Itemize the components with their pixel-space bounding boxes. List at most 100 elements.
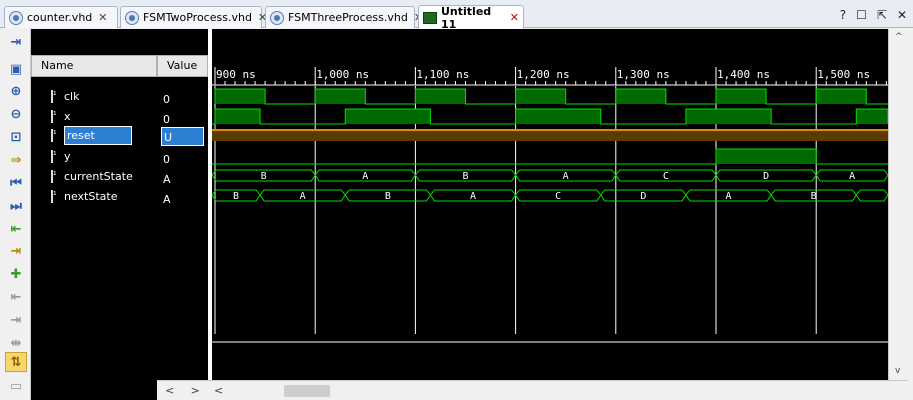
scroll-left-arrow[interactable]: < xyxy=(165,384,174,397)
zoom-out-icon[interactable]: ⊖ xyxy=(5,104,27,124)
add-marker-icon[interactable]: ✚ xyxy=(5,264,27,284)
close-window-icon[interactable]: ✕ xyxy=(897,8,907,22)
scroll-up-arrow[interactable]: ^ xyxy=(895,32,903,42)
signal-name: reset xyxy=(64,126,132,145)
nextstate-state-label: A xyxy=(726,191,732,202)
scroll-down-arrow[interactable]: v xyxy=(895,366,900,376)
tab-counter-vhd[interactable]: counter.vhd ✕ xyxy=(4,6,118,28)
ruler-time-label: 900 ns xyxy=(216,68,256,81)
name-column-header[interactable]: Name xyxy=(31,55,157,77)
signal-value-pane: Value 0 0 U 0 A A xyxy=(157,29,208,400)
close-icon[interactable]: ✕ xyxy=(98,11,107,24)
waveform-svg[interactable]: 900 ns 1,000 ns 1,100 ns 1,200 ns 1,300 ns 1,… xyxy=(212,29,888,380)
vertical-scrollbar[interactable]: ^ v xyxy=(888,29,909,380)
currentstate-state-label: D xyxy=(763,171,769,182)
zoom-in-icon[interactable]: ⊕ xyxy=(5,81,27,101)
goto-end-icon[interactable]: ⏭ xyxy=(5,196,27,216)
signal-row-x[interactable]: ¹ x xyxy=(31,107,157,127)
x-high-fill xyxy=(345,109,431,124)
horizontal-scrollbar[interactable]: < xyxy=(208,380,908,400)
signal-value: 0 xyxy=(163,113,170,126)
clk-high-fill xyxy=(716,89,767,104)
signal-name: nextState xyxy=(64,190,118,203)
scroll-thumb[interactable] xyxy=(284,385,330,397)
zoom-full-icon[interactable]: ⊡ xyxy=(5,127,27,147)
nextstate-state-label: C xyxy=(555,191,561,202)
tab-fsmthreeprocess-vhd[interactable]: FSMThreeProcess.vhd ✕ xyxy=(265,6,423,28)
signal-value: A xyxy=(163,193,171,206)
clk-high-fill xyxy=(415,89,466,104)
bus-signal-icon: ¹ xyxy=(51,170,61,183)
tab-label: FSMTwoProcess.vhd xyxy=(143,11,252,24)
nextstate-state-label: D xyxy=(640,191,646,202)
waveform-toolbar: ⇥ ▣ ⊕ ⊖ ⊡ ⇒ ⏮ ⏭ ⇤ ⇥ ✚ ⇤ ⇥ ⇹ ⇅ ▭ xyxy=(0,29,31,400)
signal-icon: ¹ xyxy=(51,129,61,142)
signal-name: y xyxy=(64,150,71,163)
prev-marker-icon[interactable]: ⇤ xyxy=(5,287,27,307)
signal-row-nextstate[interactable]: ¹ nextState xyxy=(31,187,157,207)
nextstate-state-label: B xyxy=(385,191,391,202)
tab-label: FSMThreeProcess.vhd xyxy=(288,11,408,24)
scroll-right-arrow[interactable]: > xyxy=(191,384,200,397)
reset-undefined-band xyxy=(212,130,888,141)
clk-high-fill xyxy=(315,89,366,104)
signal-name: x xyxy=(64,110,71,123)
scroll-left-arrow[interactable]: < xyxy=(214,384,223,397)
signal-value: 0 xyxy=(163,93,170,106)
snap-to-transition-icon[interactable]: ⇅ xyxy=(5,352,27,372)
name-pane-footer xyxy=(31,380,157,400)
ruler-time-label: 1,300 ns xyxy=(617,68,670,81)
nextstate-state-label: A xyxy=(300,191,306,202)
signal-name: clk xyxy=(64,90,80,103)
restore-icon[interactable]: ☐ xyxy=(856,8,867,22)
next-marker-icon[interactable]: ⇥ xyxy=(5,310,27,330)
ruler-time-label: 1,200 ns xyxy=(517,68,570,81)
close-icon[interactable]: ✕ xyxy=(510,11,519,24)
signal-row-currentstate[interactable]: ¹ currentState xyxy=(31,167,157,187)
nextstate-state-label: B xyxy=(233,191,239,202)
signal-icon: ¹ xyxy=(51,150,61,163)
swap-cursors-icon[interactable]: ⇹ xyxy=(5,333,27,353)
nextstate-state-label: A xyxy=(470,191,476,202)
clk-high-fill xyxy=(515,89,566,104)
goto-start-icon[interactable]: ⏮ xyxy=(5,173,27,193)
ruler-time-label: 1,500 ns xyxy=(817,68,870,81)
goto-cursor-icon[interactable]: ⇒ xyxy=(5,150,27,170)
save-icon[interactable]: ▣ xyxy=(5,59,27,79)
help-icon[interactable]: ? xyxy=(840,8,846,22)
zoom-fit-icon[interactable]: ⇥ xyxy=(5,32,27,52)
clk-high-fill xyxy=(816,89,867,104)
signal-value: 0 xyxy=(163,153,170,166)
value-column-header[interactable]: Value xyxy=(157,55,208,77)
currentstate-state-label: A xyxy=(563,171,569,182)
expand-icon[interactable]: ▭ xyxy=(5,376,27,396)
signal-value-selected: U xyxy=(161,127,204,146)
x-high-fill xyxy=(856,109,888,124)
signal-row-y[interactable]: ¹ y xyxy=(31,147,157,167)
value-pane-scrollbar[interactable]: < > xyxy=(157,380,208,400)
signal-name-pane: Name ¹ clk ¹ x ¹ reset ¹ y ¹ currentStat… xyxy=(31,29,157,400)
currentstate-state-label: A xyxy=(362,171,368,182)
currentstate-state-label: C xyxy=(663,171,669,182)
nextstate-segment xyxy=(855,189,888,202)
nextstate-state-label: B xyxy=(811,191,817,202)
prev-transition-icon[interactable]: ⇤ xyxy=(5,219,27,239)
x-high-fill xyxy=(685,109,772,124)
clk-high-fill xyxy=(615,89,666,104)
next-transition-icon[interactable]: ⇥ xyxy=(5,241,27,261)
window-controls: ? ☐ ⇱ ✕ xyxy=(840,8,907,22)
ruler-time-label: 1,000 ns xyxy=(316,68,369,81)
waveform-canvas[interactable]: 900 ns 1,000 ns 1,100 ns 1,200 ns 1,300 ns 1,… xyxy=(208,29,888,380)
tab-label: counter.vhd xyxy=(27,11,93,24)
signal-value: A xyxy=(163,173,171,186)
signal-row-reset[interactable]: ¹ reset xyxy=(31,126,157,146)
vhdl-file-icon xyxy=(9,10,23,25)
tab-untitled-11[interactable]: Untitled 11 ✕ xyxy=(418,5,524,31)
signal-row-clk[interactable]: ¹ clk xyxy=(31,87,157,107)
bus-signal-icon: ¹ xyxy=(51,190,61,203)
float-icon[interactable]: ⇱ xyxy=(877,8,887,22)
currentstate-state-label: A xyxy=(849,171,855,182)
waveform-icon xyxy=(423,11,437,24)
editor-tab-bar: counter.vhd ✕ FSMTwoProcess.vhd ✕ FSMThr… xyxy=(0,0,913,31)
tab-fsmtwoprocess-vhd[interactable]: FSMTwoProcess.vhd ✕ xyxy=(120,6,267,28)
